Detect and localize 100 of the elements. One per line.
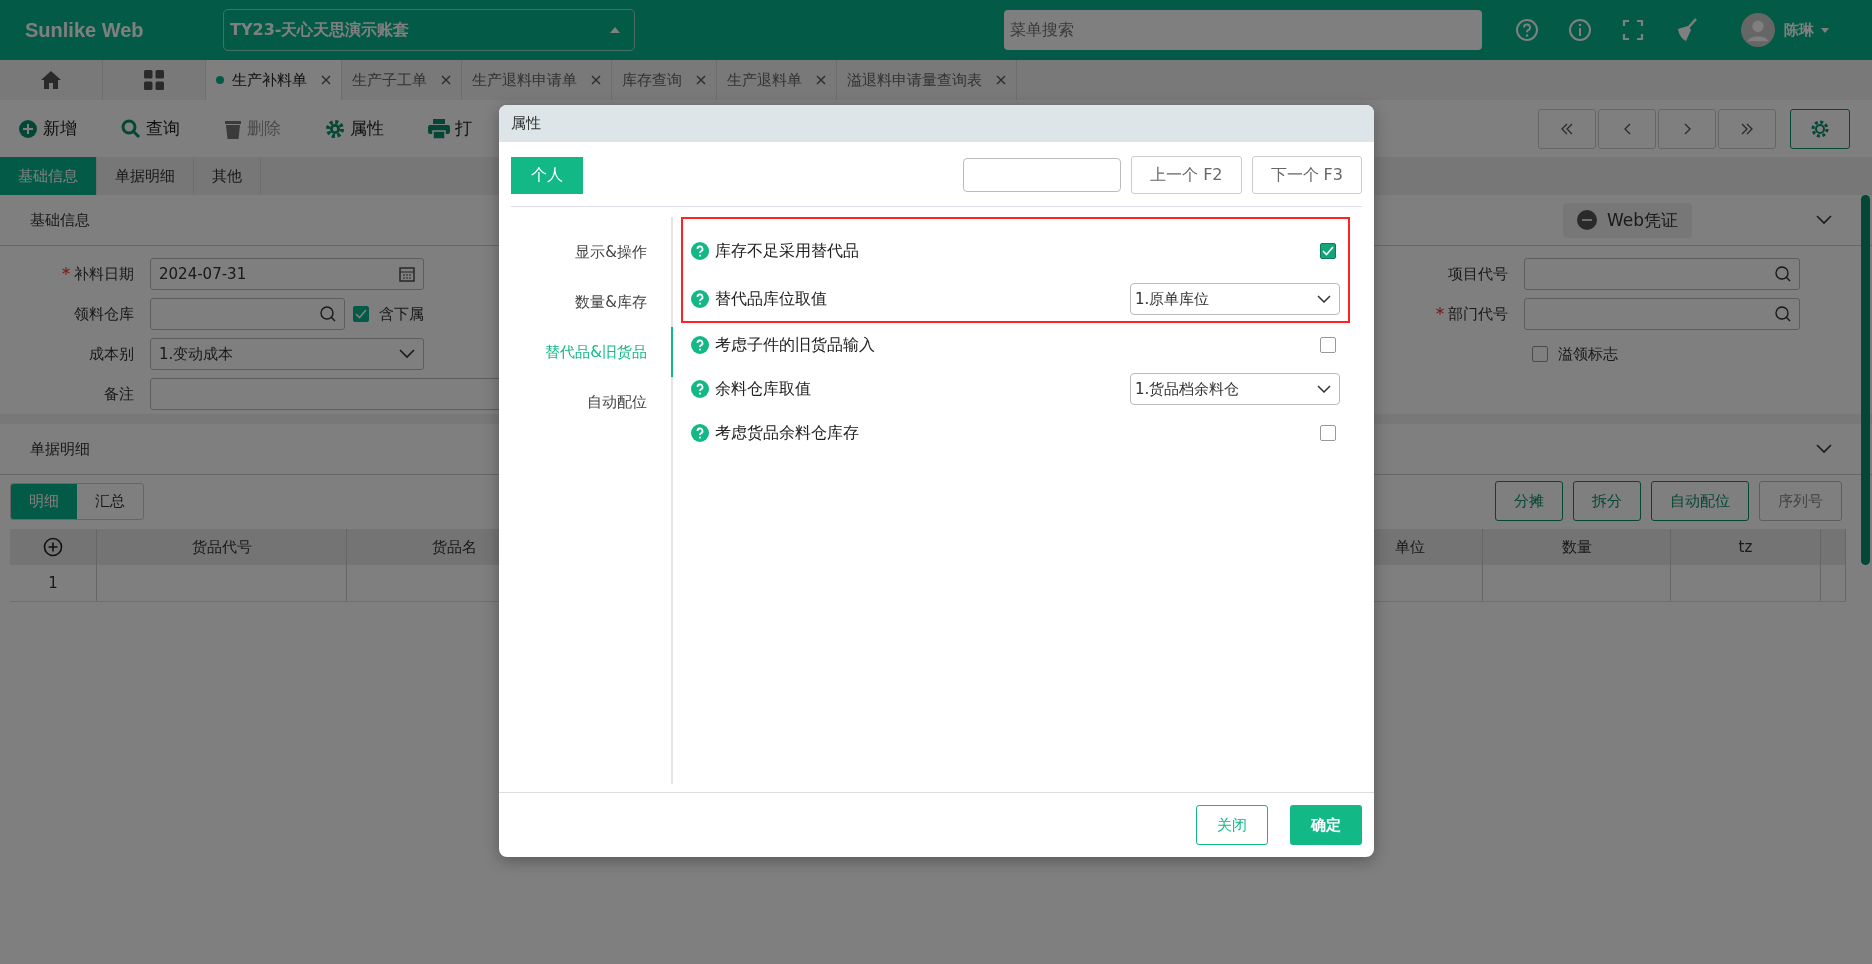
- close-icon[interactable]: [996, 75, 1006, 85]
- setting-label: 考虑子件的旧货品输入: [715, 334, 876, 356]
- user-menu[interactable]: 陈琳: [1784, 20, 1814, 40]
- action-button[interactable]: 分摊: [1495, 481, 1563, 521]
- category-item[interactable]: 替代品&旧货品: [499, 327, 673, 377]
- detail-tab[interactable]: 明细: [11, 483, 77, 519]
- settings-button[interactable]: [1790, 108, 1850, 149]
- action-button[interactable]: 自动配位: [1651, 481, 1749, 521]
- checkbox[interactable]: [353, 306, 369, 322]
- info-icon[interactable]: [1568, 18, 1592, 42]
- checkbox[interactable]: [1320, 337, 1336, 353]
- home-icon[interactable]: [41, 71, 61, 89]
- close-icon[interactable]: [696, 75, 706, 85]
- chevron-icon: [399, 349, 415, 359]
- menu-search-field[interactable]: 菜单搜索: [1004, 10, 1482, 50]
- scope-button[interactable]: 个人: [511, 156, 583, 194]
- calendar-icon: [399, 266, 415, 282]
- help-icon[interactable]: [691, 380, 709, 398]
- trash-icon: [224, 118, 242, 139]
- page-tab[interactable]: 生产退料申请单: [462, 60, 612, 100]
- checkbox[interactable]: [1532, 346, 1548, 362]
- setting-label: 替代品库位取值: [715, 288, 828, 310]
- input-field[interactable]: [1524, 258, 1800, 290]
- input-field[interactable]: 2024-07-31: [150, 258, 424, 290]
- category-item[interactable]: 显示&操作: [499, 227, 673, 277]
- page-tab[interactable]: 库存查询: [612, 60, 717, 100]
- field-label: 备注: [104, 384, 134, 404]
- input-field[interactable]: 1.变动成本: [150, 338, 424, 370]
- logo: Sunlike Web: [25, 18, 145, 42]
- close-icon[interactable]: [591, 75, 601, 85]
- toolbar-button[interactable]: 属性: [325, 117, 384, 140]
- page-tab[interactable]: 生产子工单: [342, 60, 462, 100]
- last-button[interactable]: [1718, 108, 1776, 149]
- category-item[interactable]: 数量&库存: [499, 277, 673, 327]
- checkbox-label: 溢领标志: [1558, 344, 1618, 364]
- previous-button[interactable]: [1598, 108, 1656, 149]
- form-tab[interactable]: 基础信息: [0, 157, 97, 195]
- checkbox[interactable]: [1320, 243, 1336, 259]
- caret-icon: [1821, 27, 1829, 33]
- field-label: 项目代号: [1448, 264, 1508, 284]
- help-icon[interactable]: [1515, 18, 1539, 42]
- plus-icon: [18, 118, 38, 139]
- field-label: 部门代号: [1448, 304, 1508, 324]
- account-select[interactable]: TY23-天心天思演示账套: [223, 9, 635, 51]
- toolbar-button[interactable]: 打: [428, 117, 472, 140]
- search-icon: [1775, 306, 1791, 322]
- double-chevron-left-icon: [1561, 122, 1573, 135]
- close-button[interactable]: 关闭: [1196, 805, 1268, 845]
- double-chevron-right-icon: [1741, 122, 1753, 135]
- section-title: 基础信息: [30, 210, 90, 230]
- chevron-left-icon: [1623, 122, 1631, 135]
- gear-icon: [325, 118, 345, 139]
- voucher-button[interactable]: Web凭证: [1562, 202, 1692, 238]
- dialog-title: 属性: [511, 114, 541, 133]
- help-icon[interactable]: [691, 336, 709, 354]
- action-button[interactable]: 拆分: [1573, 481, 1641, 521]
- caret-icon: [610, 27, 620, 33]
- column-header: tz: [1671, 529, 1821, 565]
- page-tab[interactable]: 溢退料申请量查询表: [837, 60, 1017, 100]
- setting-label: 库存不足采用替代品: [715, 240, 860, 262]
- form-tab[interactable]: 单据明细: [97, 157, 194, 195]
- confirm-button[interactable]: 确定: [1290, 805, 1362, 845]
- row-number: 1: [10, 565, 97, 601]
- chevron-icon: [1317, 385, 1331, 393]
- help-icon[interactable]: [691, 290, 709, 308]
- minus-icon: [1576, 210, 1597, 230]
- scrollbar[interactable]: [1861, 195, 1870, 565]
- input-field[interactable]: [150, 298, 345, 330]
- grid-icon[interactable]: [144, 70, 164, 90]
- previous-button[interactable]: 上一个 F2: [1131, 156, 1242, 194]
- toolbar-button[interactable]: 查询: [121, 117, 180, 140]
- select-field[interactable]: 1.原单库位: [1130, 283, 1340, 315]
- chevron-icon: [1317, 295, 1331, 303]
- page-tab[interactable]: 生产补料单: [206, 60, 342, 100]
- help-icon[interactable]: [691, 424, 709, 442]
- input-field[interactable]: [1524, 298, 1800, 330]
- checkbox[interactable]: [1320, 425, 1336, 441]
- field-label: 领料仓库: [74, 304, 134, 324]
- next-button[interactable]: 下一个 F3: [1251, 156, 1362, 194]
- fullscreen-icon[interactable]: [1621, 18, 1645, 42]
- search-field[interactable]: [963, 158, 1122, 192]
- category-item[interactable]: 自动配位: [499, 377, 673, 427]
- search-icon: [1775, 266, 1791, 282]
- checkbox-label: 含下属: [379, 304, 424, 324]
- close-icon[interactable]: [441, 75, 451, 85]
- search-icon: [121, 118, 141, 139]
- first-button[interactable]: [1538, 108, 1596, 149]
- next-button[interactable]: [1658, 108, 1716, 149]
- close-icon[interactable]: [816, 75, 826, 85]
- select-field[interactable]: 1.货品档余料仓: [1130, 373, 1340, 405]
- page-tab[interactable]: 生产退料单: [717, 60, 837, 100]
- detail-tab[interactable]: 汇总: [77, 483, 143, 519]
- avatar[interactable]: [1741, 13, 1775, 47]
- chevron-icon: [1816, 215, 1832, 225]
- help-icon[interactable]: [691, 242, 709, 260]
- form-tab[interactable]: 其他: [194, 157, 261, 195]
- printer-icon: [428, 118, 450, 139]
- setting-label: 余料仓库取值: [715, 378, 812, 400]
- close-icon[interactable]: [321, 75, 331, 85]
- toolbar-button[interactable]: 新增: [18, 117, 77, 140]
